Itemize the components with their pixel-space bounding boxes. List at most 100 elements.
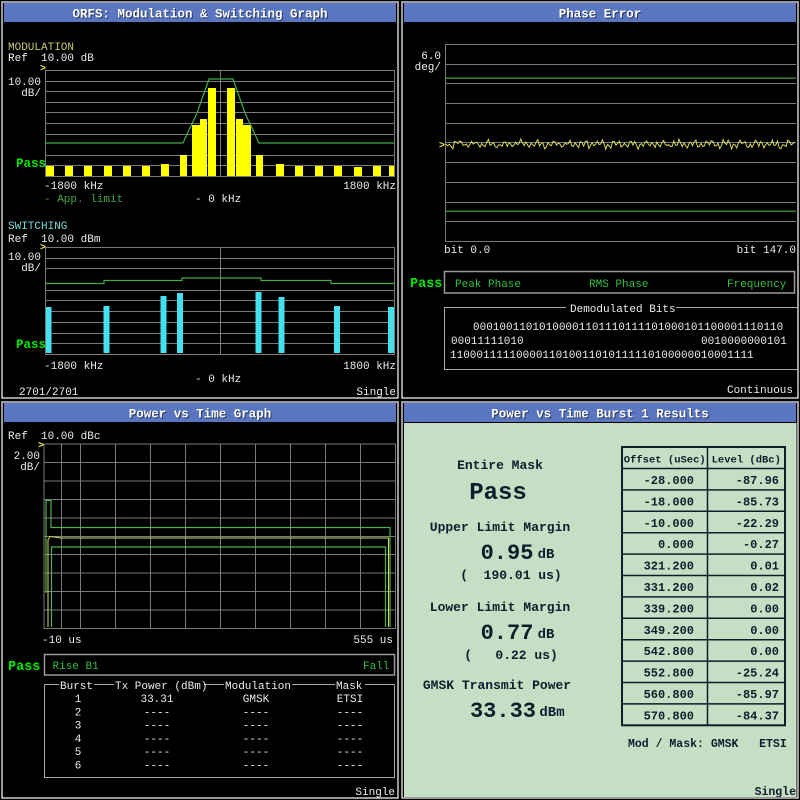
svg-text:( 0.22 us): ( 0.22 us) — [464, 648, 558, 663]
svg-text:Phase Error: Phase Error — [559, 8, 642, 22]
svg-text:dB/: dB/ — [21, 263, 41, 275]
svg-text:349.200: 349.200 — [644, 624, 694, 638]
svg-text:ETSI: ETSI — [337, 694, 363, 706]
svg-text:Pass: Pass — [16, 157, 46, 171]
svg-text:339.200: 339.200 — [644, 602, 694, 616]
svg-text:1800 kHz: 1800 kHz — [343, 361, 396, 373]
svg-text:Power vs Time Burst 1 Results: Power vs Time Burst 1 Results — [491, 408, 709, 422]
svg-text:Peak Phase: Peak Phase — [455, 279, 521, 291]
svg-text:----: ---- — [144, 707, 170, 719]
svg-text:542.800: 542.800 — [644, 645, 694, 659]
svg-text:000100110101000011011101111010: 0001001101010000110111011110100010110000… — [473, 322, 783, 334]
svg-text:2: 2 — [75, 707, 82, 719]
svg-text:552.800: 552.800 — [644, 667, 694, 681]
svg-text:----: ---- — [337, 707, 363, 719]
svg-text:- 0 kHz: - 0 kHz — [195, 194, 241, 206]
svg-text:dB/: dB/ — [21, 88, 41, 100]
svg-text:dBm: dBm — [539, 705, 564, 721]
svg-text:Burst: Burst — [60, 681, 93, 693]
svg-text:1800 kHz: 1800 kHz — [343, 181, 396, 193]
svg-text:-0.27: -0.27 — [743, 538, 779, 552]
svg-text:bit 147.0: bit 147.0 — [737, 245, 796, 257]
svg-text:Ref 10.00 dBc: Ref 10.00 dBc — [8, 431, 100, 443]
svg-text:Ref 10.00 dBm: Ref 10.00 dBm — [8, 234, 101, 246]
svg-text:-85.97: -85.97 — [736, 688, 779, 702]
svg-text:-28.000: -28.000 — [644, 474, 694, 488]
svg-text:1: 1 — [75, 694, 82, 706]
svg-text:dB/: dB/ — [20, 462, 40, 474]
svg-text:-10 us: -10 us — [42, 635, 82, 647]
svg-text:>: > — [40, 64, 46, 75]
svg-text:>: > — [38, 441, 44, 452]
svg-text:Modulation: Modulation — [225, 681, 291, 693]
svg-text:Entire Mask: Entire Mask — [457, 458, 543, 473]
svg-text:-22.29: -22.29 — [736, 517, 779, 531]
svg-text:dB: dB — [538, 547, 555, 563]
svg-text:Level (dBc): Level (dBc) — [712, 455, 781, 467]
svg-text:deg/: deg/ — [415, 62, 441, 74]
svg-text:-84.37: -84.37 — [736, 709, 779, 723]
svg-text:Single: Single — [355, 787, 395, 799]
svg-text:0.01: 0.01 — [750, 560, 779, 574]
svg-text:-25.24: -25.24 — [736, 667, 779, 681]
svg-text:00011111010: 00011111010 — [451, 336, 524, 348]
svg-text:2701/2701: 2701/2701 — [19, 387, 79, 399]
svg-text:0.000: 0.000 — [658, 538, 694, 552]
svg-text:Pass: Pass — [469, 480, 527, 507]
svg-text:555 us: 555 us — [353, 635, 393, 647]
svg-text:----: ---- — [337, 747, 363, 759]
svg-text:110001111100001101001101011111: 1100011111000011010011010111110100000010… — [450, 350, 754, 362]
svg-text:Ref 10.00 dB: Ref 10.00 dB — [8, 53, 94, 65]
svg-text:Pass: Pass — [410, 277, 442, 292]
svg-text:0.00: 0.00 — [750, 624, 779, 638]
svg-text:- App. limit: - App. limit — [44, 194, 123, 206]
svg-text:570.800: 570.800 — [644, 709, 694, 723]
svg-text:Upper Limit Margin: Upper Limit Margin — [430, 520, 571, 535]
svg-text:0.02: 0.02 — [750, 581, 779, 595]
svg-text:----: ---- — [243, 761, 269, 773]
svg-text:Fall: Fall — [363, 661, 389, 673]
svg-text:Offset (uSec): Offset (uSec) — [624, 455, 706, 467]
svg-text:331.200: 331.200 — [644, 581, 694, 595]
svg-text:3: 3 — [75, 721, 82, 733]
svg-text:Frequency: Frequency — [727, 279, 787, 291]
svg-text:Tx Power (dBm): Tx Power (dBm) — [115, 681, 207, 693]
svg-text:SWITCHING: SWITCHING — [8, 221, 67, 233]
svg-text:----: ---- — [243, 721, 269, 733]
svg-text:----: ---- — [144, 761, 170, 773]
svg-text:0.95: 0.95 — [481, 541, 534, 566]
svg-text:Pass: Pass — [8, 660, 40, 675]
svg-text:----: ---- — [243, 747, 269, 759]
svg-text:bit 0.0: bit 0.0 — [444, 245, 490, 257]
svg-text:----: ---- — [243, 707, 269, 719]
svg-text:0.77: 0.77 — [481, 621, 534, 646]
svg-text:321.200: 321.200 — [644, 560, 694, 574]
svg-text:( 190.01 us): ( 190.01 us) — [460, 568, 561, 583]
svg-text:GMSK Transmit Power: GMSK Transmit Power — [423, 678, 571, 693]
svg-text:----: ---- — [337, 734, 363, 746]
svg-text:-87.96: -87.96 — [736, 474, 779, 488]
svg-text:0.00: 0.00 — [750, 645, 779, 659]
svg-text:33.33: 33.33 — [470, 699, 536, 724]
svg-text:----: ---- — [337, 761, 363, 773]
svg-text:RMS Phase: RMS Phase — [589, 279, 648, 291]
svg-text:4: 4 — [75, 734, 82, 746]
svg-text:Continuous: Continuous — [727, 385, 793, 397]
svg-text:-1800 kHz: -1800 kHz — [44, 361, 103, 373]
svg-text:----: ---- — [144, 734, 170, 746]
svg-text:----: ---- — [337, 721, 363, 733]
svg-text:Power vs Time Graph: Power vs Time Graph — [129, 408, 272, 422]
svg-text:>: > — [439, 141, 445, 152]
svg-text:GMSK: GMSK — [243, 694, 270, 706]
svg-text:560.800: 560.800 — [644, 688, 694, 702]
svg-text:-1800 kHz: -1800 kHz — [44, 181, 103, 193]
svg-text:-85.73: -85.73 — [736, 495, 779, 509]
svg-text:Single: Single — [356, 387, 396, 399]
svg-text:Single: Single — [755, 786, 797, 799]
svg-text:0.00: 0.00 — [750, 602, 779, 616]
svg-text:dB: dB — [538, 627, 555, 643]
svg-text:----: ---- — [144, 721, 170, 733]
svg-text:Demodulated Bits: Demodulated Bits — [570, 304, 676, 316]
svg-text:----: ---- — [144, 747, 170, 759]
svg-text:6: 6 — [75, 761, 82, 773]
